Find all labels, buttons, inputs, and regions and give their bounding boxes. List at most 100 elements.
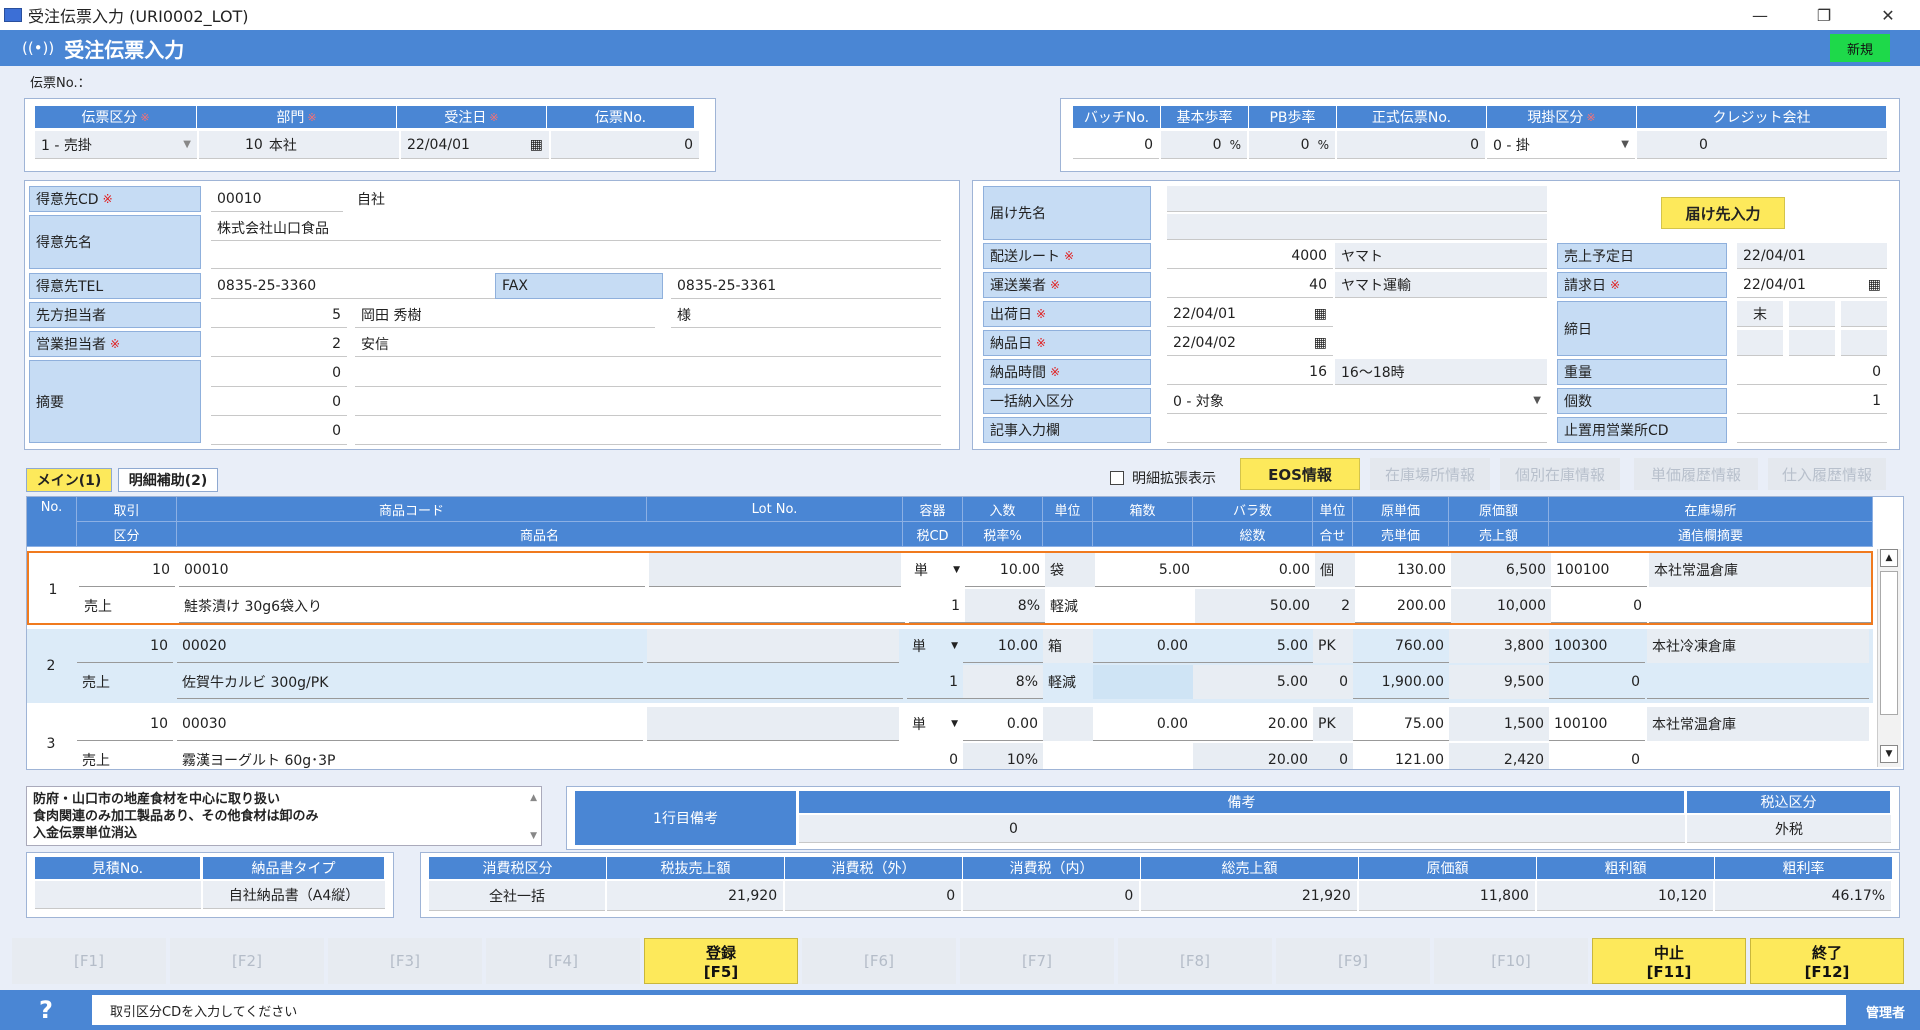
close-button[interactable]: ✕ <box>1856 0 1920 30</box>
tekiyo-text-2[interactable] <box>355 389 941 416</box>
gen-tanka[interactable]: 75.00 <box>1353 707 1449 741</box>
help-icon[interactable]: ? <box>28 992 64 1028</box>
hako[interactable]: 5.00 <box>1095 553 1195 587</box>
item-name[interactable]: 霧漢ヨーグルト 60g･3P <box>177 743 903 769</box>
juryo-field[interactable]: 0 <box>1737 359 1887 385</box>
minimize-button[interactable]: — <box>1728 0 1792 30</box>
batch-field[interactable]: 0 <box>1073 131 1159 159</box>
zaiko-cd[interactable]: 100300 <box>1549 629 1645 663</box>
shime-field-2[interactable] <box>1789 301 1835 327</box>
tekiyo-code-1[interactable]: 0 <box>211 360 347 387</box>
tokui-cd-field[interactable]: 00010 <box>211 186 343 212</box>
torihiki-code[interactable]: 10 <box>77 629 173 663</box>
tokui-name-field[interactable]: 株式会社山口食品 <box>211 215 941 241</box>
bara[interactable]: 20.00 <box>1193 707 1313 741</box>
shukka-field[interactable]: 22/04/01 ▦ <box>1167 301 1333 327</box>
yoki-select[interactable]: 単 ▼ <box>909 553 965 587</box>
scroll-down-icon[interactable]: ▼ <box>530 831 537 841</box>
tab-sub[interactable]: 明細補助(2) <box>118 468 218 492</box>
irisu[interactable]: 0.00 <box>963 707 1043 741</box>
hako[interactable]: 0.00 <box>1093 707 1193 741</box>
table-row[interactable]: 2 10 売上 00020 佐賀牛カルビ 300g/PK 単 ▼ 1 10.00 8% 箱軽減 0.0… <box>27 629 1873 703</box>
shime-field-4[interactable] <box>1737 330 1783 356</box>
denpyo-no-field[interactable]: 0 <box>551 131 699 159</box>
zeikomi-field[interactable]: 外税 <box>1687 815 1891 843</box>
tekiyo-text-1[interactable] <box>355 360 941 387</box>
todoke-input-button[interactable]: 届け先入力 <box>1661 197 1785 229</box>
fkey-7-button[interactable]: [F7] <box>960 938 1114 984</box>
todoke-field[interactable] <box>1167 186 1547 212</box>
tsushin-code[interactable]: 0 <box>1549 665 1645 699</box>
eos-button[interactable]: EOS情報 <box>1240 458 1360 490</box>
eigyo-tanto-name[interactable]: 安信 <box>355 331 941 357</box>
tomeoki-field[interactable] <box>1737 417 1887 443</box>
tsushin-code[interactable]: 0 <box>1549 743 1645 769</box>
yoki-select[interactable]: 単 ▼ <box>907 629 963 663</box>
fkey-12-button[interactable]: 終了 [F12] <box>1750 938 1904 984</box>
gen-tanka[interactable]: 130.00 <box>1355 553 1451 587</box>
tokui-name2-field[interactable] <box>211 243 941 269</box>
zaiko-cd[interactable]: 100100 <box>1551 553 1647 587</box>
scroll-up-icon[interactable]: ▲ <box>530 793 537 803</box>
fkey-6-button[interactable]: [F6] <box>802 938 956 984</box>
shime-field-3[interactable] <box>1841 301 1887 327</box>
calendar-icon[interactable]: ▦ <box>530 137 543 153</box>
fkey-5-button[interactable]: 登録 [F5] <box>644 938 798 984</box>
restore-button[interactable]: ❐ <box>1792 0 1856 30</box>
lot-no[interactable] <box>649 553 901 587</box>
nohinsho-field[interactable]: 自社納品書（A4縦） <box>203 881 385 909</box>
saki-tanto-name[interactable]: 岡田 秀樹 <box>355 302 655 328</box>
shiire-history-button[interactable]: 仕入履歴情報 <box>1768 458 1886 490</box>
fkey-8-button[interactable]: [F8] <box>1118 938 1272 984</box>
gyosha-code[interactable]: 40 <box>1167 272 1333 298</box>
irisu[interactable]: 10.00 <box>963 629 1043 663</box>
bai-tanka[interactable]: 121.00 <box>1353 743 1449 769</box>
fkey-4-button[interactable]: [F4] <box>486 938 640 984</box>
item-name[interactable]: 佐賀牛カルビ 300g/PK <box>177 665 903 699</box>
shime-field-1[interactable]: 末 <box>1737 301 1783 327</box>
tekiyo-code-3[interactable]: 0 <box>211 418 347 445</box>
fax-field[interactable]: 0835-25-3361 <box>671 273 941 299</box>
zei-cd[interactable]: 0 <box>907 743 963 769</box>
tanka-history-button[interactable]: 単価履歴情報 <box>1634 458 1758 490</box>
gen-tanka[interactable]: 760.00 <box>1353 629 1449 663</box>
tsushin-text[interactable] <box>1647 743 1869 769</box>
fkey-3-button[interactable]: [F3] <box>328 938 482 984</box>
item-name[interactable]: 鮭茶漬け 30g6袋入り <box>179 589 905 623</box>
kiji-field[interactable] <box>1167 417 1547 443</box>
tokui-tel-field[interactable]: 0835-25-3360 <box>211 273 511 299</box>
kobetsu-info-button[interactable]: 個別在庫情報 <box>1500 458 1620 490</box>
lot-no[interactable] <box>647 707 899 741</box>
tsushin-text[interactable] <box>1647 665 1869 699</box>
item-code[interactable]: 00030 <box>177 707 643 741</box>
route-code[interactable]: 4000 <box>1167 243 1333 269</box>
tsushin-text[interactable] <box>1649 589 1871 623</box>
yoki-select[interactable]: 単 ▼ <box>907 707 963 741</box>
fkey-1-button[interactable]: [F1] <box>12 938 166 984</box>
scroll-down-icon[interactable]: ▼ <box>1880 745 1898 763</box>
scroll-thumb[interactable] <box>1880 571 1898 715</box>
table-row[interactable]: 3 10 売上 00030 霧漢ヨーグルト 60g･3P 単 ▼ 0 0.00 10% 0.00 20… <box>27 707 1873 769</box>
calendar-icon[interactable]: ▦ <box>1868 277 1881 293</box>
tekiyo-text-3[interactable] <box>355 418 941 445</box>
bai-tanka[interactable]: 200.00 <box>1355 589 1451 623</box>
memo-box[interactable]: 防府・山口市の地産食材を中心に取り扱い 食肉関連のみ加工製品あり、その他食材は卸… <box>26 786 542 846</box>
kihon-field[interactable]: 0% <box>1161 131 1247 159</box>
shime-field-6[interactable] <box>1841 330 1887 356</box>
scroll-up-icon[interactable]: ▲ <box>1880 549 1898 567</box>
lot-no[interactable] <box>647 629 899 663</box>
grid-scrollbar[interactable]: ▲ ▼ <box>1877 549 1901 767</box>
tab-main[interactable]: メイン(1) <box>26 468 112 492</box>
seishiki-field[interactable]: 0 <box>1337 131 1485 159</box>
kosu-field[interactable]: 1 <box>1737 388 1887 414</box>
juchu-date-field[interactable]: 22/04/01 ▦ <box>401 131 549 159</box>
ikkatsu-select[interactable]: 0 - 対象 ▼ <box>1167 388 1547 414</box>
mitsumori-field[interactable] <box>35 881 201 909</box>
fkey-9-button[interactable]: [F9] <box>1276 938 1430 984</box>
fkey-2-button[interactable]: [F2] <box>170 938 324 984</box>
bumon-field[interactable]: 10 本社 <box>199 131 399 159</box>
zei-cd[interactable]: 1 <box>909 589 965 623</box>
jikan-code[interactable]: 16 <box>1167 359 1333 385</box>
tekiyo-code-2[interactable]: 0 <box>211 389 347 416</box>
item-code[interactable]: 00020 <box>177 629 643 663</box>
